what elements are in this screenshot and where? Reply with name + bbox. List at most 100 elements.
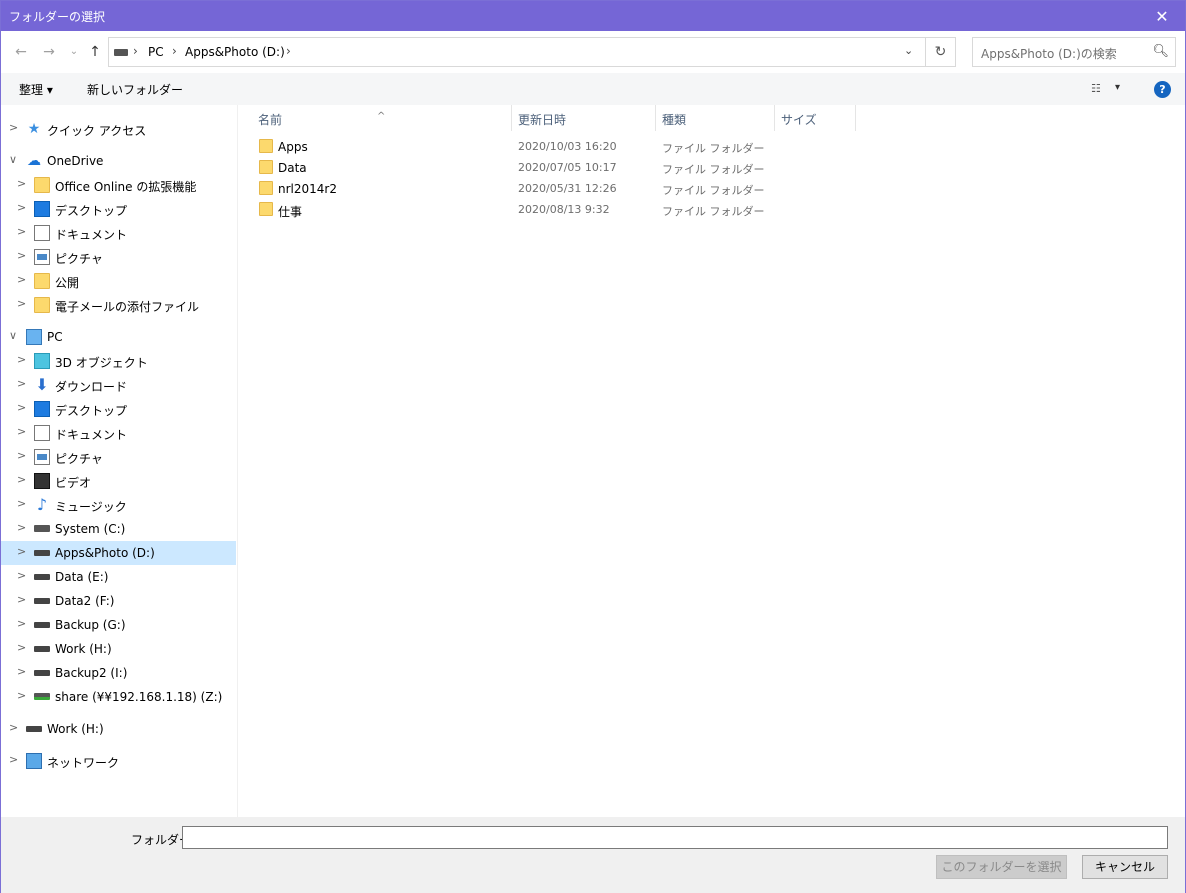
- chevron-right-icon[interactable]: >: [9, 753, 18, 766]
- tree-item[interactable]: > ピクチャ: [1, 245, 236, 269]
- chevron-right-icon[interactable]: >: [17, 177, 26, 190]
- chevron-right-icon[interactable]: >: [17, 225, 26, 238]
- column-header-name[interactable]: 名前 ^: [239, 105, 511, 131]
- tree-item-label: Work (H:): [47, 722, 104, 736]
- chevron-down-icon[interactable]: ▾: [1115, 82, 1120, 93]
- tree-item[interactable]: > ★ クイック アクセス: [1, 117, 236, 141]
- chevron-right-icon[interactable]: >: [17, 401, 26, 414]
- tree-item[interactable]: > Apps&Photo (D:): [1, 541, 236, 565]
- column-header-date[interactable]: 更新日時: [512, 105, 655, 131]
- column-header-size[interactable]: サイズ: [775, 105, 855, 131]
- tree-item[interactable]: > ドキュメント: [1, 421, 236, 445]
- file-row[interactable]: 仕事 2020/08/13 9:32 ファイル フォルダー: [239, 199, 855, 220]
- chevron-right-icon[interactable]: >: [17, 593, 26, 606]
- tree-item[interactable]: ∨ PC: [1, 325, 236, 349]
- tree-item[interactable]: > 電子メールの添付ファイル: [1, 293, 236, 317]
- tree-item[interactable]: > ビデオ: [1, 469, 236, 493]
- chevron-right-icon[interactable]: >: [17, 521, 26, 534]
- view-options-icon[interactable]: ☷: [1091, 82, 1107, 95]
- chevron-right-icon[interactable]: >: [17, 545, 26, 558]
- tree-item[interactable]: > Office Online の拡張機能: [1, 173, 236, 197]
- chevron-right-icon[interactable]: >: [17, 201, 26, 214]
- chevron-right-icon[interactable]: >: [17, 641, 26, 654]
- help-icon[interactable]: ?: [1154, 81, 1171, 98]
- chevron-right-icon[interactable]: >: [17, 689, 26, 702]
- tree-item-label: ピクチャ: [55, 252, 103, 266]
- up-arrow-icon[interactable]: ↑: [85, 42, 105, 62]
- address-bar[interactable]: › PC › Apps&Photo (D:) › ⌄ ↻: [108, 37, 956, 67]
- close-icon[interactable]: ✕: [1139, 1, 1185, 31]
- file-row[interactable]: nrl2014r2 2020/05/31 12:26 ファイル フォルダー: [239, 178, 855, 199]
- tree-item[interactable]: > Work (H:): [1, 717, 236, 741]
- tree-item[interactable]: > デスクトップ: [1, 197, 236, 221]
- network-drive-icon: [34, 693, 50, 700]
- search-box[interactable]: Apps&Photo (D:)の検索 🔍︎: [972, 37, 1176, 67]
- tree-item[interactable]: > Data (E:): [1, 565, 236, 589]
- chevron-right-icon[interactable]: >: [17, 297, 26, 310]
- cancel-button[interactable]: キャンセル: [1082, 855, 1168, 879]
- tree-item[interactable]: ∨ ☁ OneDrive: [1, 149, 236, 173]
- chevron-right-icon[interactable]: >: [17, 569, 26, 582]
- pictures-icon: [34, 449, 50, 465]
- chevron-right-icon[interactable]: >: [17, 497, 26, 510]
- file-row[interactable]: Apps 2020/10/03 16:20 ファイル フォルダー: [239, 136, 855, 157]
- tree-item[interactable]: > ♪ ミュージック: [1, 493, 236, 517]
- breadcrumb-pc[interactable]: PC: [148, 45, 164, 59]
- dialog-footer: フォルダー: このフォルダーを選択 キャンセル: [1, 817, 1185, 893]
- chevron-right-icon[interactable]: >: [17, 273, 26, 286]
- file-type: ファイル フォルダー: [662, 163, 765, 176]
- recent-locations-icon[interactable]: ⌄: [64, 42, 84, 62]
- chevron-right-icon[interactable]: >: [17, 353, 26, 366]
- chevron-right-icon[interactable]: >: [17, 249, 26, 262]
- chevron-right-icon[interactable]: >: [17, 425, 26, 438]
- file-row[interactable]: Data 2020/07/05 10:17 ファイル フォルダー: [239, 157, 855, 178]
- breadcrumb-separator[interactable]: ›: [172, 44, 177, 58]
- tree-item-label: 公開: [55, 276, 80, 290]
- tree-item[interactable]: > 公開: [1, 269, 236, 293]
- tree-item[interactable]: > ピクチャ: [1, 445, 236, 469]
- chevron-down-icon[interactable]: ∨: [9, 329, 17, 342]
- tree-item-label: Data (E:): [55, 570, 109, 584]
- folder-icon: [259, 181, 273, 195]
- breadcrumb-separator[interactable]: ›: [286, 44, 291, 58]
- cube-icon: [34, 353, 50, 369]
- organize-button[interactable]: 整理 ▾: [19, 81, 53, 98]
- chevron-down-icon[interactable]: ⌄: [904, 44, 913, 57]
- forward-arrow-icon[interactable]: →: [39, 42, 59, 62]
- desktop-icon: [34, 401, 50, 417]
- chevron-right-icon[interactable]: >: [17, 665, 26, 678]
- tree-item[interactable]: > ⬇ ダウンロード: [1, 373, 236, 397]
- chevron-right-icon[interactable]: >: [17, 617, 26, 630]
- tree-item[interactable]: > ドキュメント: [1, 221, 236, 245]
- tree-item[interactable]: > System (C:): [1, 517, 236, 541]
- breadcrumb-separator[interactable]: ›: [133, 44, 138, 58]
- video-icon: [34, 473, 50, 489]
- tree-item[interactable]: > Data2 (F:): [1, 589, 236, 613]
- tree-item[interactable]: > Backup2 (I:): [1, 661, 236, 685]
- select-folder-button[interactable]: このフォルダーを選択: [936, 855, 1067, 879]
- chevron-right-icon[interactable]: >: [17, 473, 26, 486]
- chevron-right-icon[interactable]: >: [9, 121, 18, 134]
- tree-item[interactable]: > Backup (G:): [1, 613, 236, 637]
- title-bar: フォルダーの選択 ✕: [1, 1, 1185, 31]
- folder-input[interactable]: [182, 826, 1168, 849]
- chevron-right-icon[interactable]: >: [17, 449, 26, 462]
- column-header-type[interactable]: 種類: [656, 105, 774, 131]
- tree-item[interactable]: > ネットワーク: [1, 749, 236, 773]
- tree-item[interactable]: > Work (H:): [1, 637, 236, 661]
- new-folder-button[interactable]: 新しいフォルダー: [87, 81, 183, 98]
- tree-item[interactable]: > share (¥¥192.168.1.18) (Z:): [1, 685, 236, 709]
- chevron-down-icon[interactable]: ∨: [9, 153, 17, 166]
- file-type: ファイル フォルダー: [662, 142, 765, 155]
- search-placeholder[interactable]: Apps&Photo (D:)の検索: [981, 45, 1117, 62]
- refresh-icon[interactable]: ↻: [925, 38, 955, 66]
- folder-picker-dialog: フォルダーの選択 ✕ ← → ⌄ ↑ › PC › Apps&Photo (D:…: [0, 0, 1186, 893]
- chevron-right-icon[interactable]: >: [17, 377, 26, 390]
- column-divider[interactable]: [855, 105, 856, 131]
- tree-item[interactable]: > デスクトップ: [1, 397, 236, 421]
- search-icon[interactable]: 🔍︎: [1152, 44, 1169, 59]
- back-arrow-icon[interactable]: ←: [11, 42, 31, 62]
- tree-item[interactable]: >3D オブジェクト: [1, 349, 236, 373]
- chevron-right-icon[interactable]: >: [9, 721, 18, 734]
- breadcrumb-current-drive[interactable]: Apps&Photo (D:): [185, 45, 285, 59]
